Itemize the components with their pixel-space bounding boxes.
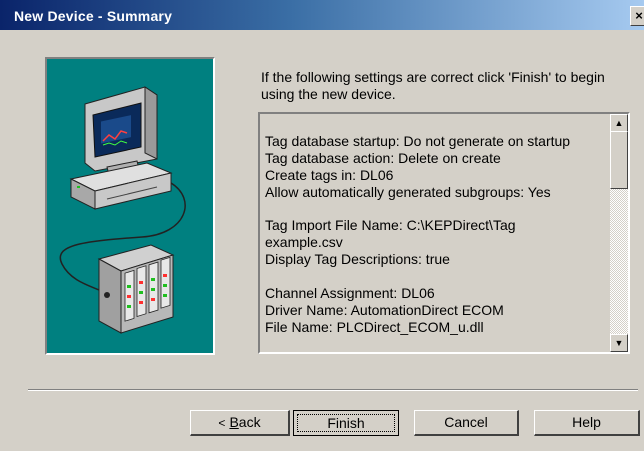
cancel-button[interactable]: Cancel [414, 410, 519, 436]
window-title: New Device - Summary [14, 8, 173, 24]
wizard-illustration-panel [45, 57, 215, 355]
summary-line: Allow automatically generated subgroups:… [265, 183, 551, 200]
finish-label: Finish [327, 415, 365, 431]
close-icon: × [635, 8, 643, 23]
summary-line: Driver Name: AutomationDirect ECOM [265, 301, 504, 318]
title-bar: New Device - Summary × [0, 0, 644, 30]
settings-summary-list: Tag database startup: Do not generate on… [265, 133, 605, 336]
vertical-scrollbar[interactable]: ▲ ▼ [610, 114, 628, 352]
summary-line: Channel Assignment: DL06 [265, 285, 435, 302]
help-button[interactable]: Help [534, 410, 640, 436]
summary-line: example.csv [265, 234, 343, 251]
summary-line: Tag Import File Name: C:\KEPDirect\Tag [265, 217, 516, 234]
summary-gap [265, 201, 605, 218]
back-mnemonic: B [229, 414, 239, 430]
instruction-text: If the following settings are correct cl… [261, 69, 605, 102]
finish-focus-ring: Finish [297, 414, 395, 432]
settings-summary-box[interactable]: Tag database startup: Do not generate on… [258, 112, 630, 354]
scroll-down-button[interactable]: ▼ [610, 334, 628, 352]
scroll-up-button[interactable]: ▲ [610, 114, 628, 132]
summary-line: Create tags in: DL06 [265, 166, 394, 183]
scroll-thumb[interactable] [610, 131, 628, 189]
finish-button[interactable]: Finish [293, 410, 399, 436]
summary-line: File Name: PLCDirect_ECOM_u.dll [265, 318, 484, 335]
back-arrow-icon: < [218, 416, 226, 430]
help-label: Help [572, 414, 601, 430]
computer-connected-to-plc-icon [59, 86, 186, 334]
cancel-label: Cancel [444, 414, 488, 430]
button-separator [28, 389, 638, 391]
summary-line: Display Tag Descriptions: true [265, 251, 450, 268]
scroll-up-arrow-icon: ▲ [614, 118, 624, 128]
close-button[interactable]: × [630, 6, 644, 26]
summary-line: Tag database action: Delete on create [265, 149, 501, 166]
summary-line: Tag database startup: Do not generate on… [265, 133, 571, 149]
scroll-down-arrow-icon: ▼ [614, 338, 624, 348]
back-label: ack [238, 414, 261, 430]
summary-gap [265, 268, 605, 285]
back-button[interactable]: < Back [190, 410, 290, 436]
